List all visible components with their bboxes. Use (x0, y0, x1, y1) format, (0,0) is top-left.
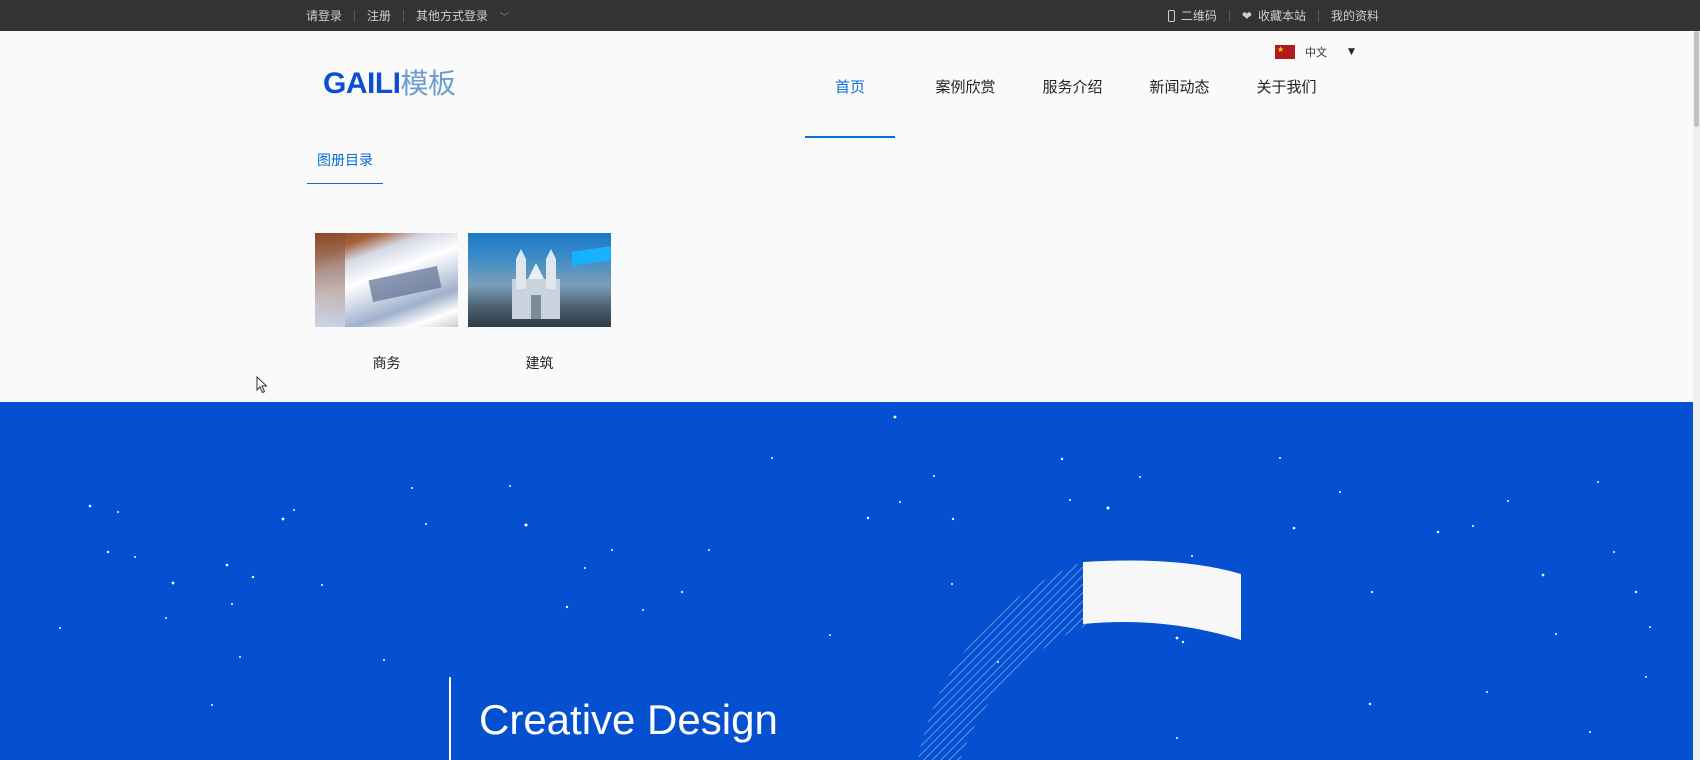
other-login-label: 其他方式登录 (416, 9, 489, 23)
register-link[interactable]: 注册 (367, 7, 391, 24)
nav-services[interactable]: 服务介绍 (1019, 76, 1126, 138)
church-silhouette (512, 249, 560, 319)
phone-icon (1167, 9, 1175, 22)
scrollbar-thumb[interactable] (1694, 31, 1699, 127)
language-label: 中文 (1305, 46, 1327, 59)
language-selector[interactable]: 中文 ▼ (1275, 44, 1355, 60)
bookmark-link[interactable]: ❤ 收藏本站 (1242, 7, 1306, 24)
nav-news[interactable]: 新闻动态 (1126, 76, 1233, 138)
chevron-down-icon: ﹀ (499, 13, 509, 23)
main-nav: 首页 案例欣赏 服务介绍 新闻动态 关于我们 (805, 76, 1340, 138)
hatched-arc (918, 562, 1090, 760)
star-field (59, 415, 1651, 739)
hero-headline: Creative Design (479, 696, 778, 743)
qrcode-link[interactable]: 二维码 (1167, 7, 1217, 24)
divider (1228, 9, 1230, 22)
nav-about[interactable]: 关于我们 (1233, 76, 1340, 138)
white-band (1083, 560, 1241, 640)
album-caption: 商务 (372, 356, 401, 372)
mouse-cursor-icon (256, 376, 268, 394)
my-profile-link[interactable]: 我的资料 (1331, 7, 1379, 24)
top-bar: 请登录 注册 其他方式登录 ﹀ 二维码 ❤ 收藏本站 我的资料 (0, 0, 1700, 31)
nav-cases[interactable]: 案例欣赏 (912, 76, 1019, 138)
page-scrollbar[interactable] (1693, 31, 1700, 760)
divider (1317, 9, 1319, 22)
other-login-dropdown[interactable]: 其他方式登录 ﹀ (416, 7, 509, 24)
album-item-building[interactable]: 建筑 (468, 233, 611, 373)
building-photo (468, 233, 611, 327)
top-bar-left: 请登录 注册 其他方式登录 ﹀ (306, 0, 509, 31)
top-bar-right: 二维码 ❤ 收藏本站 我的资料 (1167, 0, 1379, 31)
login-link[interactable]: 请登录 (306, 7, 342, 24)
album-item-business[interactable]: 商务 (315, 233, 458, 373)
site-logo[interactable]: GAILI模板 (323, 62, 456, 102)
divider (403, 9, 405, 22)
bookmark-label: 收藏本站 (1257, 9, 1306, 23)
logo-en: GAILI (323, 67, 401, 100)
tab-album-catalog[interactable]: 图册目录 (307, 150, 383, 184)
headline-divider (449, 677, 451, 760)
nav-home[interactable]: 首页 (805, 76, 895, 138)
hero-decoration (59, 415, 1651, 760)
business-photo (315, 233, 458, 327)
qrcode-label: 二维码 (1180, 9, 1217, 23)
caret-down-icon: ▼ (1348, 47, 1355, 57)
china-flag-icon (1275, 45, 1295, 59)
heart-icon: ❤ (1241, 8, 1252, 23)
album-caption: 建筑 (525, 356, 554, 372)
logo-cn: 模板 (400, 67, 457, 100)
hero-banner: Creative Design (0, 402, 1693, 760)
album-grid: 商务 建筑 (315, 233, 621, 373)
divider (354, 9, 356, 22)
